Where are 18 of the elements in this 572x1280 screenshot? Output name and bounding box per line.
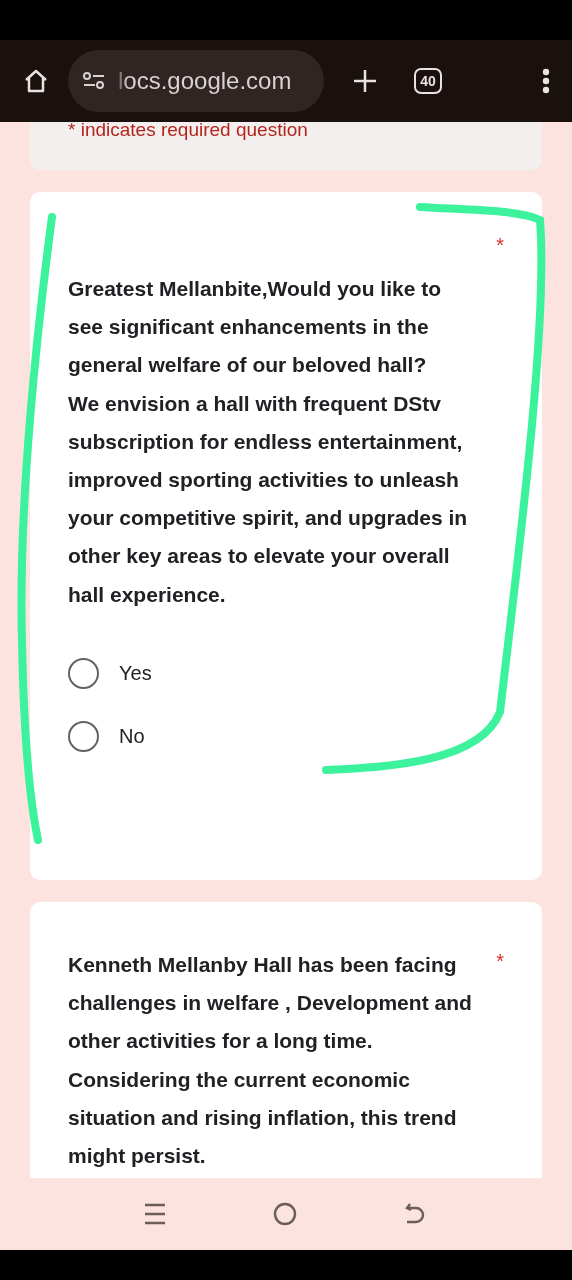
menu-icon[interactable] <box>542 68 550 94</box>
url-text: locs.google.com <box>118 67 292 95</box>
required-note: * indicates required question <box>68 122 309 138</box>
tab-count-button[interactable]: 40 <box>414 68 442 94</box>
required-asterisk: * <box>496 950 504 973</box>
radio-button[interactable] <box>68 657 99 689</box>
new-tab-icon[interactable] <box>352 68 378 94</box>
question-text: Greatest Mellanbite,Would you like to see significant enhancements in the general welfare of our beloved hall? <box>68 276 442 379</box>
question-text: We envision a hall with frequent DStv subscription for endless entertainment, improved sporting activities to unleash your competitive spirit, and upgrades in other key areas to elevate your overall hall experience. <box>68 390 469 608</box>
question-text: Kenneth Mellanby Hall has been facing challenges in welfare , Development and other activities for a long time. Considering the current economic situation and rising inflation, this trend might persist. <box>68 952 473 1169</box>
recent-apps-icon[interactable] <box>143 1202 166 1226</box>
radio-button[interactable] <box>68 720 99 752</box>
required-asterisk: * <box>496 234 504 257</box>
address-bar[interactable]: locs.google.com <box>68 50 324 112</box>
site-settings-icon[interactable] <box>82 72 106 90</box>
option-label[interactable]: No <box>119 724 145 748</box>
option-label[interactable]: Yes <box>119 661 152 685</box>
home-button-icon[interactable] <box>273 1202 297 1226</box>
